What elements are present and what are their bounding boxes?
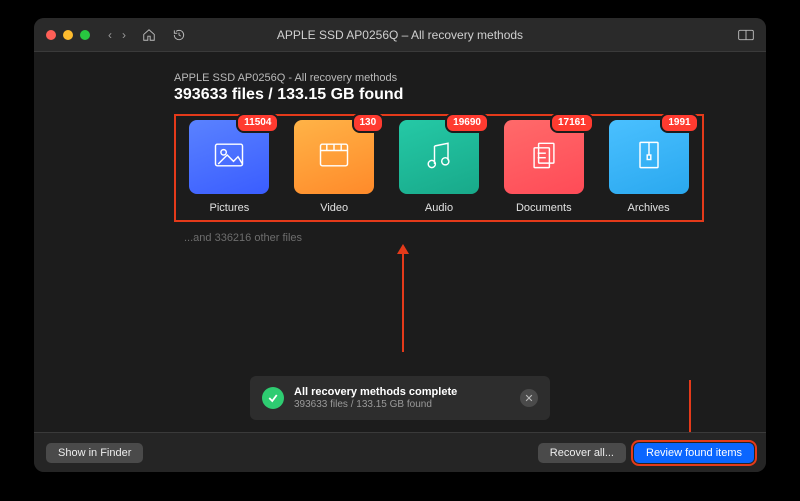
other-files-text: ...and 336216 other files: [184, 232, 726, 244]
toolbar-icons: [142, 28, 186, 42]
archive-icon: [631, 137, 667, 178]
category-label: Archives: [599, 202, 698, 214]
count-badge: 130: [352, 113, 385, 133]
footer-bar: Show in Finder Recover all... Review fou…: [34, 432, 766, 472]
window-controls: [46, 30, 90, 40]
zoom-window-button[interactable]: [80, 30, 90, 40]
count-badge: 17161: [550, 113, 594, 133]
back-button[interactable]: ‹: [108, 28, 112, 42]
count-badge: 11504: [236, 113, 279, 133]
category-label: Pictures: [180, 202, 279, 214]
category-row: 11504 Pictures 130 Video 196: [174, 114, 704, 222]
category-video[interactable]: 130 Video: [285, 120, 384, 214]
nav-arrows: ‹ ›: [108, 28, 126, 42]
category-label: Video: [285, 202, 384, 214]
category-label: Audio: [390, 202, 489, 214]
review-found-items-button[interactable]: Review found items: [634, 443, 754, 463]
music-icon: [421, 137, 457, 178]
close-window-button[interactable]: [46, 30, 56, 40]
category-archives[interactable]: 1991 Archives: [599, 120, 698, 214]
status-subtitle: 393633 files / 133.15 GB found: [294, 399, 510, 410]
status-title: All recovery methods complete: [294, 386, 510, 398]
forward-button[interactable]: ›: [122, 28, 126, 42]
view-mode-icon[interactable]: [738, 29, 754, 41]
document-icon: [526, 137, 562, 178]
video-icon: [316, 137, 352, 178]
scan-header: APPLE SSD AP0256Q - All recovery methods…: [174, 72, 726, 104]
titlebar: ‹ › APPLE SSD AP0256Q – All recovery met…: [34, 18, 766, 52]
category-documents[interactable]: 17161 Documents: [494, 120, 593, 214]
show-in-finder-button[interactable]: Show in Finder: [46, 443, 143, 463]
annotation-arrow-up: [402, 252, 404, 352]
image-icon: [211, 137, 247, 178]
category-label: Documents: [494, 202, 593, 214]
breadcrumb: APPLE SSD AP0256Q - All recovery methods: [174, 72, 726, 84]
dismiss-toast-button[interactable]: ✕: [520, 389, 538, 407]
history-icon[interactable]: [172, 28, 186, 42]
minimize-window-button[interactable]: [63, 30, 73, 40]
recover-all-button[interactable]: Recover all...: [538, 443, 626, 463]
category-pictures[interactable]: 11504 Pictures: [180, 120, 279, 214]
count-badge: 19690: [445, 113, 489, 133]
app-window: ‹ › APPLE SSD AP0256Q – All recovery met…: [34, 18, 766, 472]
home-icon[interactable]: [142, 28, 156, 42]
count-badge: 1991: [660, 113, 698, 133]
category-audio[interactable]: 19690 Audio: [390, 120, 489, 214]
check-icon: [262, 387, 284, 409]
status-toast: All recovery methods complete 393633 fil…: [250, 376, 550, 420]
content-area: APPLE SSD AP0256Q - All recovery methods…: [34, 52, 766, 472]
scan-summary: 393633 files / 133.15 GB found: [174, 86, 726, 104]
